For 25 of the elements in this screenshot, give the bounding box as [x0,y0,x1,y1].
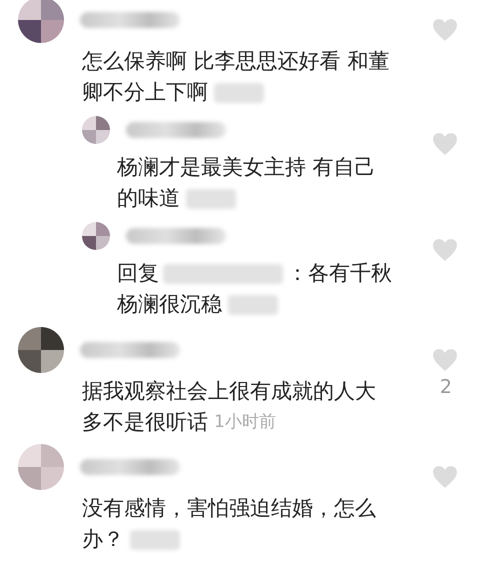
heart-icon[interactable] [432,18,458,42]
heart-icon[interactable] [432,238,458,262]
heart-icon[interactable] [432,132,458,156]
comment-text: 怎么保养啊 比李思思还好看 和董 [82,48,390,75]
heart-icon[interactable] [432,465,458,489]
comment-text: 据我观察社会上很有成就的人大 [82,378,376,405]
comment-text: 杨澜才是最美女主持 有自己 [117,154,376,181]
reply-prefix: 回复 [117,260,159,287]
like-count: 2 [440,376,452,398]
comment-text: 的味道 [117,185,180,212]
comment-text: 没有感情，害怕强迫结婚，怎么 [82,495,376,522]
avatar[interactable] [82,222,110,250]
avatar[interactable] [18,327,64,373]
blurred-mark [214,82,264,102]
comment-text: 卿不分上下啊 [82,79,208,106]
comment-text: 办？ [82,526,124,553]
comment-time: 1小时前 [214,411,276,434]
comment-text: ：各有千秋 [287,260,392,287]
avatar[interactable] [18,0,64,43]
heart-icon[interactable] [432,348,458,372]
blurred-mark [186,188,236,208]
comment-text: 杨澜很沉稳 [117,291,222,318]
blurred-mark [228,294,278,314]
blurred-mark [130,530,180,550]
comment-text: 多不是很听话 [82,409,208,436]
